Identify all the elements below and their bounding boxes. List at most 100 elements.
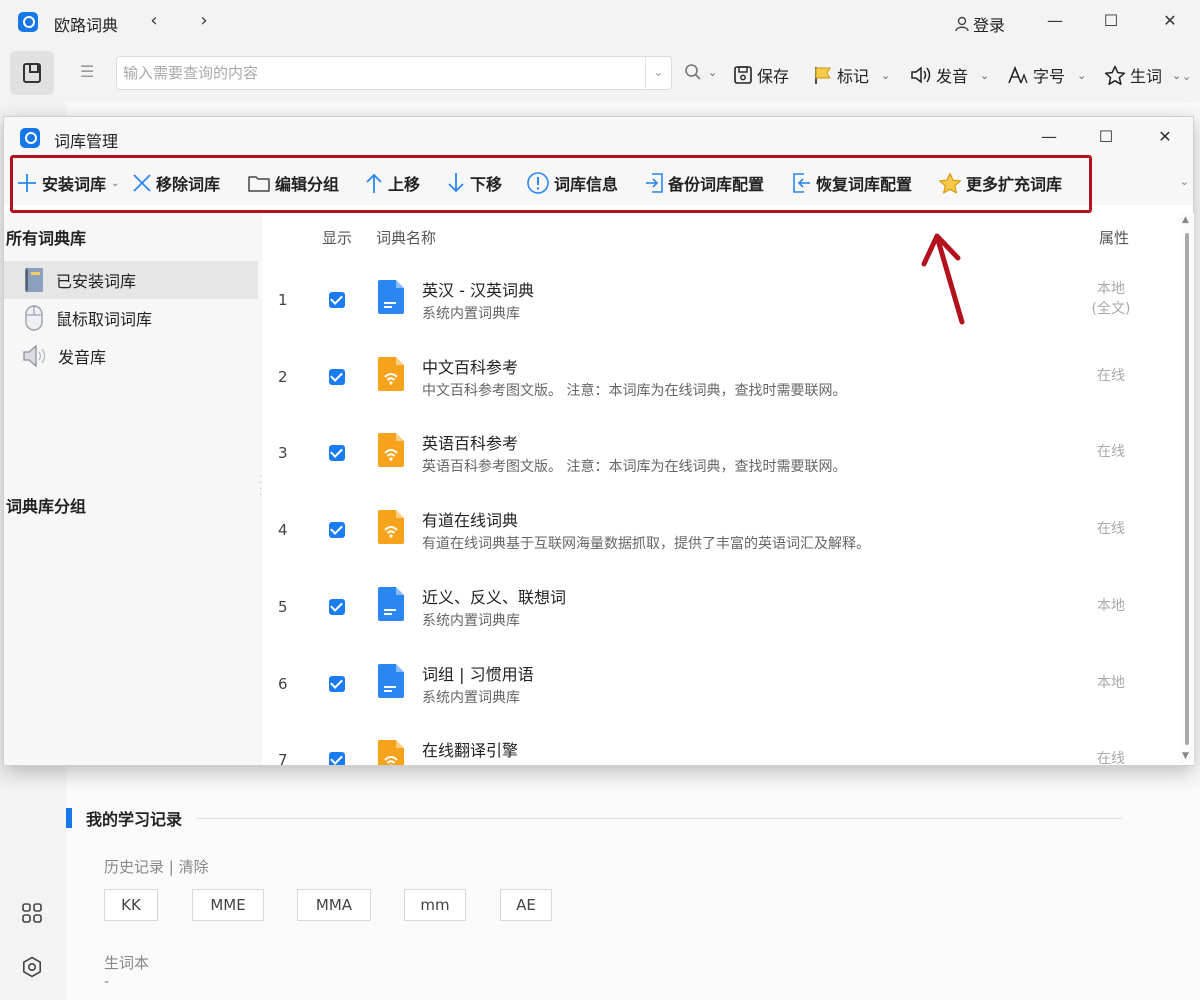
history-chip[interactable]: mm [404,889,466,921]
table-row[interactable]: 7 在线翻译引擎 在线 [266,723,1178,765]
app-logo-icon [20,128,40,148]
dialog-maximize-button[interactable]: ☐ [1094,126,1118,150]
forward-button[interactable]: › [192,10,216,34]
table-row[interactable]: 2 中文百科参考中文百科参考图文版。 注意：本词库为在线词典，查找时需要联网。 在线 [266,340,1178,416]
local-dictionary-icon [378,664,404,698]
library-manager-dialog: 词库管理 — ☐ ✕ 安装词库 ⌄ 移除词库 编辑分组 上移 下移 词库信息 备… [3,116,1194,766]
library-groups-header: 词典库分组 [6,497,87,516]
dictionary-attribute: 在线 [1097,444,1125,460]
save-notebook-button[interactable] [10,51,54,95]
dictionary-description: 系统内置词典库 [422,613,520,629]
dialog-close-button[interactable]: ✕ [1153,126,1177,150]
show-checkbox[interactable] [329,445,345,461]
main-toolbar: ☰ ⌄ ⌄ 保存 标记 ⌄ 发音 ⌄ 字号 ⌄ 生词 ⌄ [0,46,1200,102]
list-icon[interactable]: ☰ [80,64,100,80]
library-table-scrollbar[interactable]: ▲ ▼ [1180,213,1194,765]
row-number: 2 [278,368,288,386]
show-checkbox[interactable] [329,292,345,308]
dictionary-name: 中文百科参考 [422,358,519,377]
table-row[interactable]: 5 近义、反义、联想词 系统内置词典库 本地 [266,570,1178,646]
section-accent-bar [66,808,72,828]
dictionary-name: 在线翻译引擎 [422,741,519,760]
vocab-button[interactable]: 生词 ⌄ [1104,63,1181,87]
dictionary-name: 英语百科参考 [422,434,519,453]
history-label[interactable]: 历史记录 | 清除 [104,856,209,877]
table-row[interactable]: 1 英汉 - 汉英词典 系统内置词典库 本地 (全文) [266,263,1178,339]
maximize-button[interactable]: ☐ [1099,10,1123,34]
star-outline-icon [1104,65,1126,85]
chevron-down-icon[interactable]: ⌄ [1182,70,1191,83]
close-button[interactable]: ✕ [1158,10,1182,34]
back-button[interactable]: ‹ [142,10,166,34]
mark-button[interactable]: 标记 ⌄ [813,63,890,87]
sidebar-item-mouse-lookup[interactable]: 鼠标取词词库 [4,299,258,337]
app-title: 欧路词典 [54,16,119,35]
library-table: 显示 词典名称 属性 1 英汉 - 汉英词典 系统内置词典库 本地 (全文) 2 中文百科… [266,213,1178,765]
search-dropdown-chevron-icon[interactable]: ⌄ [645,57,671,89]
column-header-show[interactable]: 显示 [322,227,352,248]
row-number: 7 [278,751,288,765]
font-size-button[interactable]: 字号 ⌄ [1007,63,1086,87]
sidebar-item-pronunciation[interactable]: 发音库 [4,337,258,375]
history-chip[interactable]: AE [500,889,552,921]
minimize-button[interactable]: — [1043,10,1067,34]
sidebar-item-installed[interactable]: 已安装词库 [4,261,258,299]
history-chip[interactable]: MME [192,889,264,921]
mouse-icon [25,305,43,331]
dictionary-name: 有道在线词典 [422,511,519,530]
column-header-attr[interactable]: 属性 [1099,227,1129,248]
mark-label: 标记 [837,67,870,86]
show-checkbox[interactable] [329,369,345,385]
apps-grid-icon[interactable] [21,902,43,924]
pronounce-button[interactable]: 发音 ⌄ [910,63,989,87]
dialog-minimize-button[interactable]: — [1037,126,1061,150]
dialog-title: 词库管理 [54,132,119,151]
search-button[interactable]: ⌄ [684,63,717,81]
dialog-titlebar: 词库管理 — ☐ ✕ [4,117,1193,159]
chevron-down-icon: ⌄ [881,68,891,82]
row-number: 1 [278,291,288,309]
local-dictionary-icon [378,587,404,621]
scroll-down-icon[interactable]: ▼ [1182,751,1189,761]
chevron-down-icon[interactable]: ⌄ [1180,175,1189,188]
dictionary-attribute: 在线 [1097,368,1125,384]
column-header-name[interactable]: 词典名称 [376,227,436,248]
speaker-icon [23,344,46,368]
show-checkbox[interactable] [329,599,345,615]
splitter-handle[interactable]: · · · · [259,473,263,501]
show-checkbox[interactable] [329,676,345,692]
book-icon [25,268,43,292]
table-row[interactable]: 6 词组 | 习惯用语 系统内置词典库 本地 [266,647,1178,723]
font-size-icon [1008,65,1028,84]
save-icon [734,66,752,84]
history-chip[interactable]: KK [104,889,158,921]
history-chip[interactable]: MMA [297,889,371,921]
dictionary-attribute: 本地 [1097,675,1125,691]
flag-icon [815,67,831,84]
online-dictionary-icon [378,510,404,544]
row-number: 5 [278,598,288,616]
dictionary-attribute: 本地 (全文) [1091,281,1131,317]
floppy-icon [23,63,41,83]
dictionary-attribute: 在线 [1097,521,1125,537]
scroll-up-icon[interactable]: ▲ [1182,215,1189,225]
settings-icon[interactable] [21,956,43,978]
table-row[interactable]: 3 英语百科参考 英语百科参考图文版。 注意：本词库为在线词典，查找时需要联网。 在线 [266,416,1178,492]
row-number: 3 [278,444,288,462]
speaker-icon [911,66,931,84]
vocab-label: 生词 [1130,67,1163,86]
show-checkbox[interactable] [329,752,345,765]
save-button[interactable]: 保存 [733,63,789,87]
dictionary-name: 近义、反义、联想词 [422,588,567,607]
dictionary-description: 中文百科参考图文版。 注意：本词库为在线词典，查找时需要联网。 [422,383,847,399]
online-dictionary-icon [378,740,404,765]
search-input[interactable] [123,63,643,83]
table-row[interactable]: 4 有道在线词典 有道在线词典基于互联网海量数据抓取，提供了丰富的英语词汇及解释。 在… [266,493,1178,569]
search-box[interactable]: ⌄ [116,56,672,90]
chevron-down-icon: ⌄ [980,68,990,82]
study-section-header: 我的学习记录 [66,806,1122,830]
show-checkbox[interactable] [329,522,345,538]
scrollbar-thumb[interactable] [1185,233,1189,745]
local-dictionary-icon [378,280,404,314]
login-button[interactable]: 登录 [955,12,1005,36]
